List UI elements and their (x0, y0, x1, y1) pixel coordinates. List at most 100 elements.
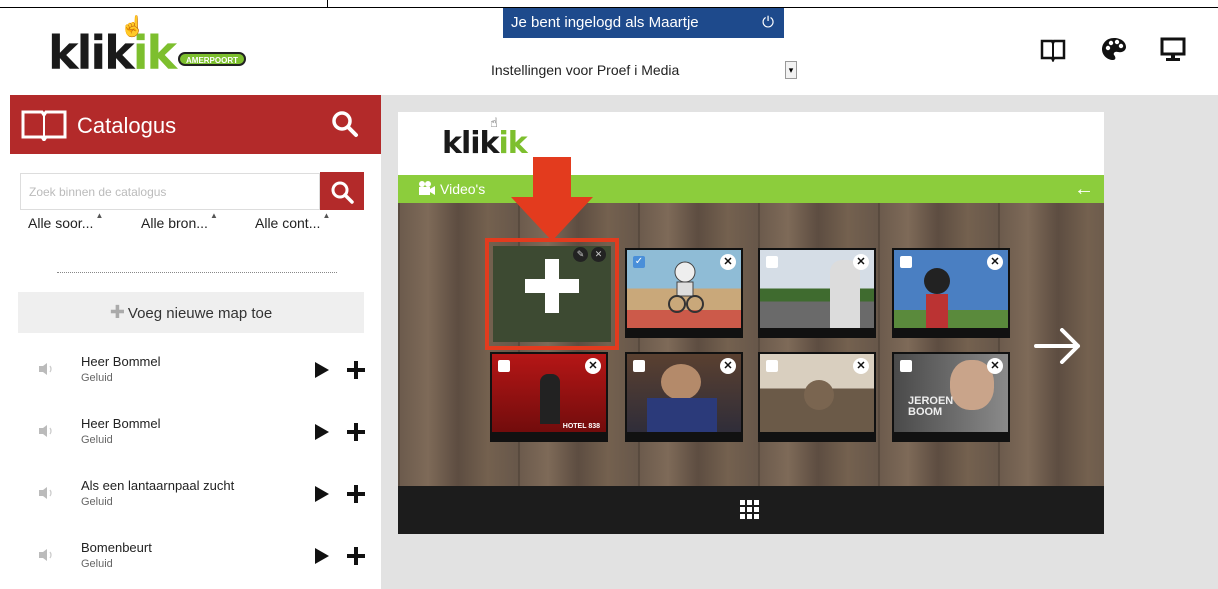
speaker-icon (39, 363, 52, 375)
back-arrow-icon[interactable]: ← (1074, 175, 1094, 203)
catalog-title: Catalogus (77, 113, 177, 138)
close-icon[interactable]: ✕ (987, 254, 1003, 270)
item-type: Geluid (81, 372, 113, 384)
book-icon[interactable] (1039, 36, 1067, 62)
add-icon[interactable] (347, 485, 365, 503)
close-icon[interactable]: ✕ (853, 254, 869, 270)
item-title: Heer Bommel (81, 354, 161, 369)
play-icon[interactable] (314, 547, 330, 565)
settings-label: Instellingen voor Proef i Media (491, 62, 680, 78)
select-checkbox[interactable]: ✓ (633, 256, 645, 268)
board-logo: klikik ☝ (442, 116, 528, 161)
character-body (926, 294, 948, 330)
item-type: Geluid (81, 558, 113, 570)
person-face (661, 364, 701, 400)
klikik-logo[interactable]: klikik ☝ AMERPOORT (48, 16, 258, 86)
thumbnail-strip (627, 328, 741, 336)
monitor-icon[interactable] (1159, 36, 1187, 62)
app-root: klikik ☝ AMERPOORT Je bent ingelogd als … (0, 0, 1218, 589)
video-thumbnail[interactable]: JEROEN BOOM ✕ (892, 352, 1010, 442)
catalog-header: Catalogus (10, 95, 381, 154)
add-icon[interactable] (347, 361, 365, 379)
item-title: Als een lantaarnpaal zucht (81, 478, 235, 493)
logo-wordmark: klikik (48, 26, 177, 80)
video-thumbnail[interactable]: ✕ (625, 352, 743, 442)
search-icon[interactable] (330, 109, 360, 139)
video-thumbnail[interactable]: ✓ ✕ (625, 248, 743, 338)
caret-icon: ▲ (322, 211, 331, 220)
select-checkbox[interactable] (900, 256, 912, 268)
video-thumbnail[interactable]: ✕ (758, 352, 876, 442)
hand-cursor-icon: ☝ (120, 16, 145, 38)
close-icon[interactable]: ✕ (853, 358, 869, 374)
close-icon[interactable]: ✕ (987, 358, 1003, 374)
robot-figure (668, 261, 704, 313)
select-checkbox[interactable] (766, 360, 778, 372)
list-item[interactable]: Heer Bommel Geluid (10, 348, 381, 398)
select-checkbox[interactable] (633, 360, 645, 372)
character-figure (924, 268, 950, 294)
item-type: Geluid (81, 434, 113, 446)
arrow-right-icon[interactable] (1034, 328, 1082, 364)
add-icon[interactable] (347, 547, 365, 565)
thumbnail-strip (627, 432, 741, 440)
video-thumbnail[interactable]: ✕ (892, 248, 1010, 338)
filter-source-dropdown[interactable]: Alle bron... ▲ (141, 211, 218, 231)
section-bar: Video's ← (398, 175, 1104, 203)
palette-icon[interactable] (1100, 36, 1128, 62)
catalog-panel: Catalogus Alle soor...▲ Alle bron...▲ Al… (10, 95, 381, 589)
select-checkbox[interactable] (766, 256, 778, 268)
person-figure (804, 380, 834, 410)
filter-type-dropdown[interactable]: Alle soor... ▲ (28, 211, 103, 231)
performer-figure (540, 374, 560, 424)
catalog-search-field[interactable] (20, 173, 320, 210)
close-icon[interactable]: ✕ (591, 247, 606, 262)
edit-icon[interactable]: ✎ (573, 247, 588, 262)
thumbnail-strip (894, 432, 1008, 440)
filter-content-dropdown[interactable]: Alle cont... ▲ (255, 211, 330, 231)
search-icon (331, 181, 354, 204)
add-folder-button[interactable]: ✚ Voeg nieuwe map toe (18, 292, 364, 333)
speaker-icon (39, 425, 52, 437)
thumbnail-strip (894, 328, 1008, 336)
login-text: Je bent ingelogd als Maartje (511, 14, 699, 31)
list-item[interactable]: Bomenbeurt Geluid (10, 534, 381, 584)
item-title: Heer Bommel (81, 416, 161, 431)
thumbnail-caption: HOTEL 838 (562, 423, 600, 430)
item-type: Geluid (81, 496, 113, 508)
bottom-toolbar (398, 486, 1104, 534)
video-thumbnail[interactable]: HOTEL 838 ✕ (490, 352, 608, 442)
catalog-search-input[interactable] (21, 174, 319, 209)
catalog-search-button[interactable] (320, 172, 364, 210)
select-checkbox[interactable] (498, 360, 510, 372)
book-icon (21, 110, 67, 141)
play-icon[interactable] (314, 485, 330, 503)
list-item[interactable]: Als een lantaarnpaal zucht Geluid (10, 472, 381, 522)
video-thumbnail[interactable]: ✕ (758, 248, 876, 338)
arrow-down-icon (511, 157, 593, 241)
thumbnail-strip (760, 432, 874, 440)
thumbnail-strip (492, 432, 606, 440)
add-video-tile[interactable]: ✎ ✕ (485, 238, 619, 350)
power-icon[interactable]: ⏻ (762, 8, 774, 38)
frame-divider (327, 0, 328, 8)
select-checkbox[interactable] (900, 360, 912, 372)
list-item[interactable]: Heer Bommel Geluid (10, 410, 381, 460)
settings-dropdown[interactable]: ▾ (785, 61, 797, 79)
grid-icon[interactable] (740, 500, 760, 520)
speaker-icon (39, 549, 52, 561)
plus-icon: ✚ (109, 302, 125, 322)
hand-cursor-icon: ☝ (490, 116, 498, 131)
plus-icon (525, 259, 579, 313)
add-icon[interactable] (347, 423, 365, 441)
caret-icon: ▲ (95, 211, 104, 220)
play-icon[interactable] (314, 361, 330, 379)
speaker-icon (39, 487, 52, 499)
close-icon[interactable]: ✕ (720, 358, 736, 374)
section-title: Video's (440, 181, 486, 197)
caret-icon: ▲ (210, 211, 218, 220)
close-icon[interactable]: ✕ (720, 254, 736, 270)
video-camera-icon (419, 181, 435, 195)
play-icon[interactable] (314, 423, 330, 441)
close-icon[interactable]: ✕ (585, 358, 601, 374)
